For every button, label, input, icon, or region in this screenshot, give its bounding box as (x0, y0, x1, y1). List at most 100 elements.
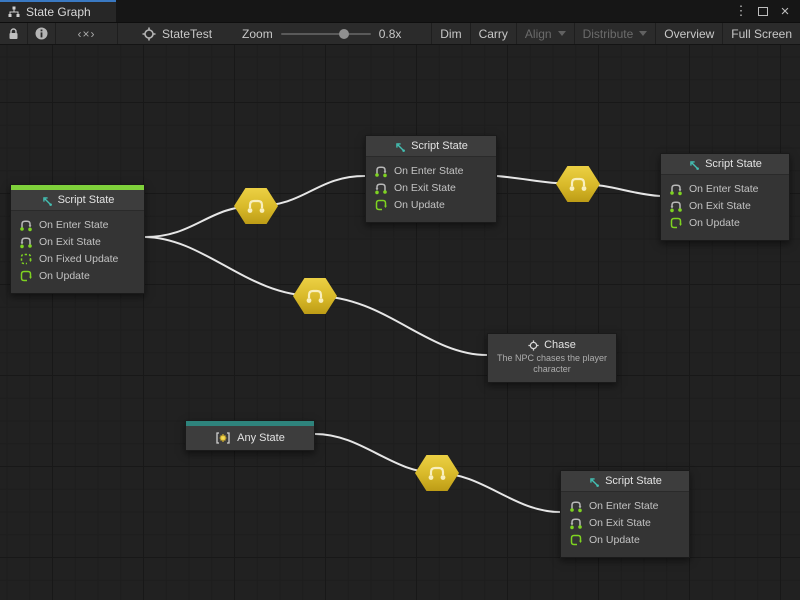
graph-canvas[interactable]: Script State On Enter State (0, 45, 800, 600)
state-graph-window: State Graph ⋮ × ‹×› (0, 0, 800, 600)
event-row[interactable]: On Enter State (366, 162, 496, 179)
maximize-icon[interactable] (754, 2, 772, 20)
overview-button[interactable]: Overview (655, 23, 722, 44)
event-row[interactable]: On Enter State (661, 180, 789, 197)
event-label: On Enter State (394, 165, 463, 177)
on-update-icon (19, 269, 33, 283)
event-label: On Exit State (39, 236, 101, 248)
node-title: Script State (705, 158, 762, 170)
node-script-state-top-right[interactable]: Script State On Enter State (660, 153, 790, 241)
transition-icon (304, 287, 326, 305)
on-update-icon (569, 533, 583, 547)
on-exit-state-icon (19, 235, 33, 249)
script-state-icon (588, 476, 599, 487)
node-title: Script State (58, 194, 115, 206)
transition-icon (245, 197, 267, 215)
on-update-icon (669, 216, 683, 230)
transition-icon (567, 175, 589, 193)
crosshair-icon (528, 340, 539, 351)
node-header[interactable]: Any State (186, 426, 314, 450)
event-row[interactable]: On Exit State (11, 233, 144, 250)
event-row[interactable]: On Update (11, 267, 144, 284)
node-title: Script State (411, 140, 468, 152)
node-description: The NPC chases the player character (494, 353, 610, 375)
chevron-down-icon (558, 31, 566, 36)
on-fixed-update-icon (19, 252, 33, 266)
zoom-value: 0.8x (379, 27, 402, 41)
event-label: On Update (589, 534, 640, 546)
event-row[interactable]: On Fixed Update (11, 250, 144, 267)
align-button: Align (516, 23, 574, 44)
distribute-button: Distribute (574, 23, 656, 44)
node-header[interactable]: Script State (366, 136, 496, 157)
event-label: On Update (689, 217, 740, 229)
titlebar: State Graph ⋮ × (0, 0, 800, 22)
node-title: Chase (544, 339, 576, 351)
node-chase[interactable]: Chase The NPC chases the player characte… (487, 333, 617, 383)
event-row[interactable]: On Exit State (561, 514, 689, 531)
event-label: On Enter State (689, 183, 758, 195)
info-icon (35, 27, 48, 40)
on-exit-state-icon (569, 516, 583, 530)
lock-button[interactable] (0, 23, 28, 44)
node-title: Script State (605, 475, 662, 487)
transition-icon (426, 464, 448, 482)
on-update-icon (374, 198, 388, 212)
toolbar-right-group: Dim Carry Align Distribute Overview Full… (431, 23, 800, 44)
any-state-icon (215, 432, 231, 444)
event-label: On Enter State (589, 500, 658, 512)
node-script-state-bottom-right[interactable]: Script State On Enter State (560, 470, 690, 558)
toolbar: ‹×› StateTest Zoom 0.8x Dim Carry Align … (0, 22, 800, 45)
code-toggle-button[interactable]: ‹×› (56, 23, 118, 44)
script-state-icon (41, 195, 52, 206)
on-enter-state-icon (19, 218, 33, 232)
event-row[interactable]: On Enter State (11, 216, 144, 233)
menu-kebab-icon[interactable]: ⋮ (732, 2, 750, 20)
state-asset-button[interactable]: StateTest (132, 23, 222, 44)
lock-icon (8, 28, 19, 40)
node-title: Any State (237, 432, 285, 444)
node-header[interactable]: Script State (661, 154, 789, 175)
event-label: On Enter State (39, 219, 108, 231)
event-label: On Exit State (589, 517, 651, 529)
dim-button[interactable]: Dim (431, 23, 469, 44)
event-row[interactable]: On Update (661, 214, 789, 231)
event-row[interactable]: On Exit State (661, 197, 789, 214)
zoom-label: Zoom (242, 27, 273, 41)
node-any-state[interactable]: Any State (185, 420, 315, 451)
zoom-slider[interactable] (281, 33, 371, 35)
zoom-slider-handle[interactable] (339, 29, 349, 39)
event-row[interactable]: On Enter State (561, 497, 689, 514)
on-enter-state-icon (374, 164, 388, 178)
chevron-down-icon (639, 31, 647, 36)
node-script-state-top-middle[interactable]: Script State On Enter State (365, 135, 497, 223)
code-toggle-icon: ‹×› (78, 27, 96, 41)
tab-title: State Graph (26, 5, 91, 19)
on-exit-state-icon (669, 199, 683, 213)
event-label: On Update (39, 270, 90, 282)
close-icon[interactable]: × (776, 2, 794, 20)
crosshair-icon (142, 27, 156, 41)
event-label: On Exit State (394, 182, 456, 194)
script-state-icon (688, 159, 699, 170)
event-label: On Exit State (689, 200, 751, 212)
zoom-control: Zoom 0.8x (222, 23, 401, 44)
event-row[interactable]: On Update (561, 531, 689, 548)
node-script-state-start[interactable]: Script State On Enter State (10, 184, 145, 294)
carry-button[interactable]: Carry (470, 23, 516, 44)
tab-state-graph[interactable]: State Graph (0, 0, 116, 22)
event-row[interactable]: On Exit State (366, 179, 496, 196)
event-row[interactable]: On Update (366, 196, 496, 213)
full-screen-button[interactable]: Full Screen (722, 23, 800, 44)
event-label: On Fixed Update (39, 253, 118, 265)
on-exit-state-icon (374, 181, 388, 195)
node-header[interactable]: Chase (494, 339, 610, 351)
window-controls: ⋮ × (732, 0, 800, 22)
script-state-icon (394, 141, 405, 152)
event-label: On Update (394, 199, 445, 211)
info-button[interactable] (28, 23, 56, 44)
node-header[interactable]: Script State (11, 190, 144, 211)
state-asset-label: StateTest (162, 27, 212, 41)
node-header[interactable]: Script State (561, 471, 689, 492)
on-enter-state-icon (569, 499, 583, 513)
